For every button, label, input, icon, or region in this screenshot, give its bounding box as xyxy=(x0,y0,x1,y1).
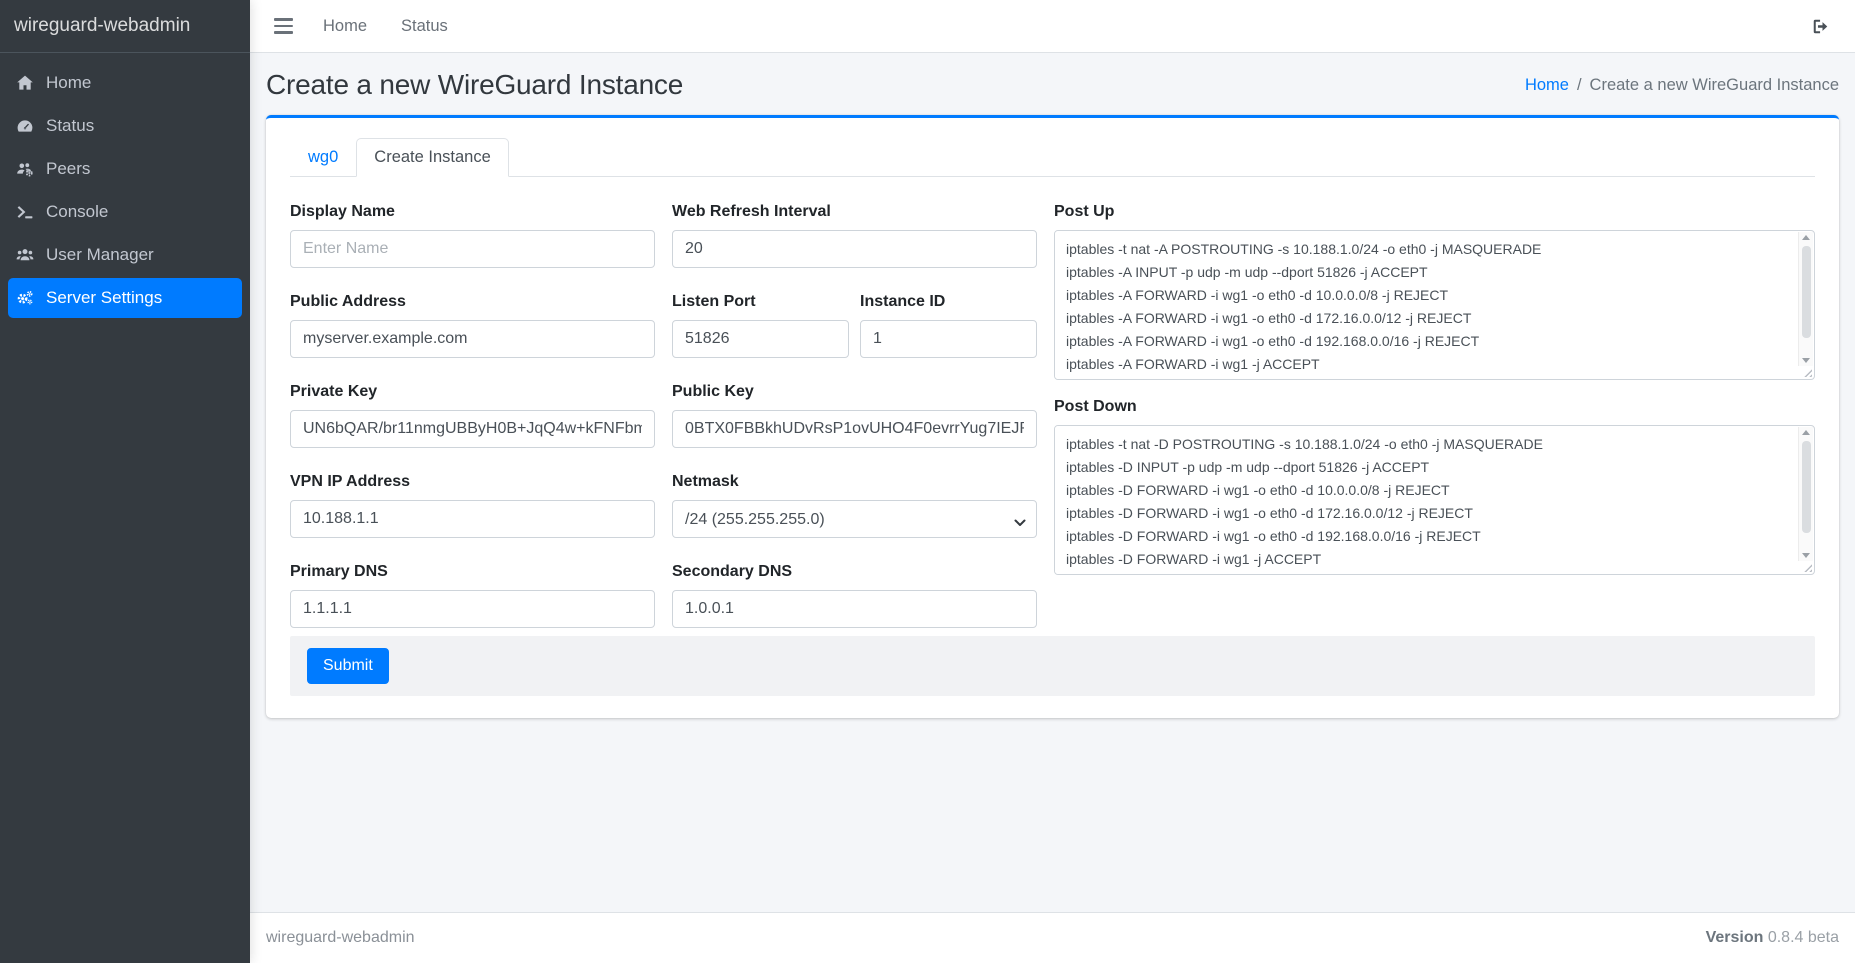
sidebar-item-home[interactable]: Home xyxy=(8,63,242,103)
breadcrumb-current: Create a new WireGuard Instance xyxy=(1590,76,1839,95)
post-down-scrollbar[interactable] xyxy=(1798,427,1813,561)
tab-wg0[interactable]: wg0 xyxy=(290,138,356,177)
sidebar-item-label: Peers xyxy=(46,159,90,179)
scroll-thumb[interactable] xyxy=(1802,441,1811,533)
footer-version-label: Version xyxy=(1706,929,1764,946)
public-key-label: Public Key xyxy=(672,383,1037,401)
sidebar-item-label: Home xyxy=(46,73,91,93)
instance-form: Display Name Public Address Private Key … xyxy=(290,177,1815,628)
sidebar-item-label: Status xyxy=(46,116,94,136)
scroll-up-icon[interactable] xyxy=(1802,430,1810,435)
sidebar-item-console[interactable]: Console xyxy=(8,192,242,232)
form-footer: Submit xyxy=(290,636,1815,696)
public-key-field[interactable] xyxy=(672,410,1037,448)
sidebar-item-label: Server Settings xyxy=(46,288,162,308)
scroll-up-icon[interactable] xyxy=(1802,235,1810,240)
display-name-label: Display Name xyxy=(290,203,655,221)
sidebar: wireguard-webadmin Home Status xyxy=(0,0,250,963)
instance-tabs: wg0 Create Instance xyxy=(290,138,1815,177)
public-address-label: Public Address xyxy=(290,293,655,311)
cogs-icon xyxy=(16,289,46,307)
private-key-label: Private Key xyxy=(290,383,655,401)
topnav-link-home[interactable]: Home xyxy=(306,17,384,36)
main-area: Home Status Create a new WireGuard Insta… xyxy=(250,0,1855,963)
web-refresh-interval-label: Web Refresh Interval xyxy=(672,203,1037,221)
sidebar-item-label: User Manager xyxy=(46,245,154,265)
breadcrumb: Home / Create a new WireGuard Instance xyxy=(1525,76,1839,95)
listen-port-field[interactable] xyxy=(672,320,849,358)
post-up-field[interactable]: iptables -t nat -A POSTROUTING -s 10.188… xyxy=(1055,231,1797,379)
post-up-label: Post Up xyxy=(1054,203,1815,221)
home-icon xyxy=(16,74,46,92)
post-down-field[interactable]: iptables -t nat -D POSTROUTING -s 10.188… xyxy=(1055,426,1797,574)
instance-card: wg0 Create Instance Display Name Public … xyxy=(266,115,1839,718)
content-area: Create a new WireGuard Instance Home / C… xyxy=(250,53,1855,912)
post-down-label: Post Down xyxy=(1054,398,1815,416)
sidebar-nav: Home Status xyxy=(0,53,250,331)
users-icon xyxy=(16,246,46,264)
brand-title[interactable]: wireguard-webadmin xyxy=(0,0,250,53)
scroll-down-icon[interactable] xyxy=(1802,358,1810,363)
top-navbar: Home Status xyxy=(250,0,1855,53)
topnav-link-status[interactable]: Status xyxy=(384,17,465,36)
primary-dns-label: Primary DNS xyxy=(290,563,655,581)
sidebar-item-label: Console xyxy=(46,202,108,222)
netmask-label: Netmask xyxy=(672,473,1037,491)
sidebar-item-user-manager[interactable]: User Manager xyxy=(8,235,242,275)
terminal-icon xyxy=(16,203,46,221)
instance-id-label: Instance ID xyxy=(860,293,1037,311)
scroll-down-icon[interactable] xyxy=(1802,553,1810,558)
web-refresh-interval-field[interactable] xyxy=(672,230,1037,268)
users-gear-icon xyxy=(16,160,46,178)
page-footer: wireguard-webadmin Version 0.8.4 beta xyxy=(250,912,1855,963)
secondary-dns-label: Secondary DNS xyxy=(672,563,1037,581)
tab-create-instance[interactable]: Create Instance xyxy=(356,138,508,177)
breadcrumb-separator: / xyxy=(1577,76,1582,95)
sign-out-icon[interactable] xyxy=(1811,17,1830,36)
page-title: Create a new WireGuard Instance xyxy=(266,69,683,101)
content-header: Create a new WireGuard Instance Home / C… xyxy=(250,53,1855,115)
private-key-field[interactable] xyxy=(290,410,655,448)
submit-button[interactable]: Submit xyxy=(307,648,389,684)
post-up-scrollbar[interactable] xyxy=(1798,232,1813,366)
gauge-icon xyxy=(16,117,46,135)
scroll-thumb[interactable] xyxy=(1802,246,1811,338)
sidebar-item-server-settings[interactable]: Server Settings xyxy=(8,278,242,318)
sidebar-item-status[interactable]: Status xyxy=(8,106,242,146)
vpn-ip-label: VPN IP Address xyxy=(290,473,655,491)
listen-port-label: Listen Port xyxy=(672,293,849,311)
breadcrumb-home-link[interactable]: Home xyxy=(1525,76,1569,95)
menu-toggle-icon[interactable] xyxy=(266,14,306,38)
display-name-field[interactable] xyxy=(290,230,655,268)
sidebar-item-peers[interactable]: Peers xyxy=(8,149,242,189)
footer-version-value: 0.8.4 beta xyxy=(1768,929,1839,946)
secondary-dns-field[interactable] xyxy=(672,590,1037,628)
resize-handle[interactable] xyxy=(1802,562,1812,572)
footer-app-name: wireguard-webadmin xyxy=(266,929,415,947)
netmask-select[interactable]: /24 (255.255.255.0) xyxy=(672,500,1037,538)
footer-version: Version 0.8.4 beta xyxy=(1706,929,1839,947)
public-address-field[interactable] xyxy=(290,320,655,358)
instance-id-field[interactable] xyxy=(860,320,1037,358)
resize-handle[interactable] xyxy=(1802,367,1812,377)
vpn-ip-field[interactable] xyxy=(290,500,655,538)
primary-dns-field[interactable] xyxy=(290,590,655,628)
